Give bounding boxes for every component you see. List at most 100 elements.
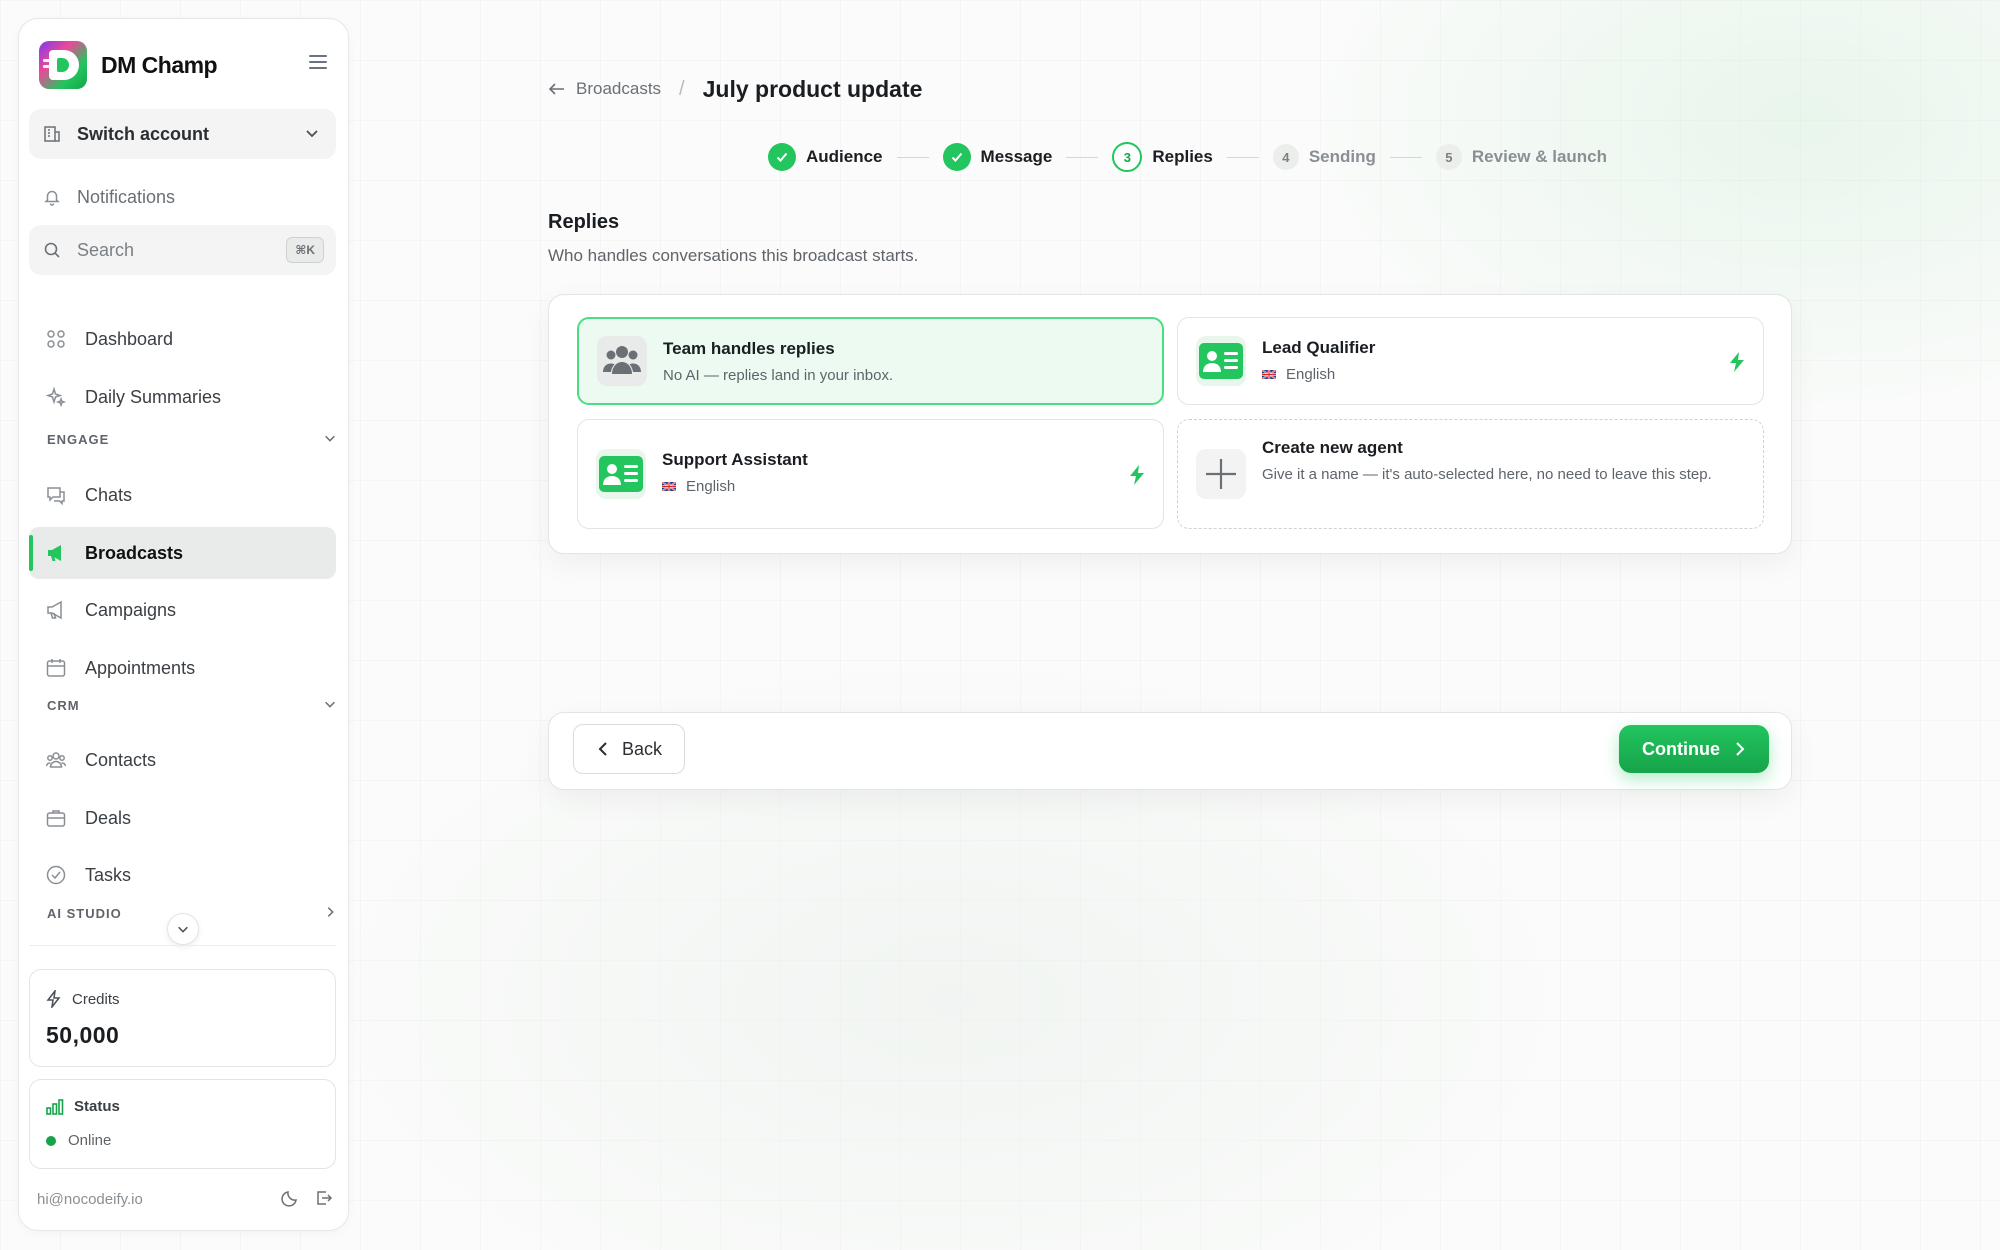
option-language: English	[662, 476, 735, 498]
user-email: hi@nocodeify.io	[37, 1190, 143, 1208]
sidebar-item-tasks[interactable]: Tasks	[29, 849, 336, 901]
search-icon	[44, 242, 60, 258]
chevron-right-icon	[327, 907, 334, 917]
sidebar-item-label: Tasks	[85, 864, 132, 885]
contact-card-icon	[596, 449, 646, 499]
breadcrumb: Broadcasts / July product update	[548, 74, 922, 104]
option-title: Support Assistant	[662, 450, 808, 469]
chevron-down-icon	[178, 926, 188, 933]
brand-logo[interactable]	[39, 41, 87, 89]
credits-value: 50,000	[46, 1022, 120, 1048]
bell-icon	[44, 190, 60, 206]
step-replies[interactable]: 3 Replies	[1112, 142, 1213, 172]
arrow-left-icon[interactable]	[548, 80, 566, 98]
back-button-label: Back	[621, 738, 663, 759]
section-title: AI STUDIO	[47, 905, 122, 921]
reply-options-panel: Team handles replies No AI — replies lan…	[548, 294, 1792, 554]
step-number: 4	[1272, 144, 1299, 170]
option-title: Team handles replies	[663, 339, 835, 358]
chevron-down-icon	[306, 130, 318, 138]
step-message[interactable]: Message	[942, 143, 1053, 171]
continue-button[interactable]: Continue	[1619, 725, 1769, 773]
breadcrumb-separator: /	[679, 77, 685, 100]
step-label: Message	[980, 147, 1053, 166]
check-icon	[768, 143, 796, 171]
scroll-down-button[interactable]	[167, 913, 199, 945]
step-review-launch[interactable]: 5 Review & launch	[1435, 144, 1608, 170]
search-input[interactable]: Search ⌘K	[29, 225, 336, 275]
option-create-new-agent[interactable]: Create new agent Give it a name — it's a…	[1177, 419, 1764, 529]
breadcrumb-broadcasts-link[interactable]: Broadcasts	[576, 79, 661, 99]
language-label: English	[1286, 366, 1336, 383]
sidebar-item-label: Contacts	[85, 749, 157, 770]
step-label: Review & launch	[1471, 147, 1608, 166]
step-label: Audience	[806, 147, 883, 166]
sidebar: DM Champ Switch account Notifications Se…	[18, 18, 349, 1231]
status-value: Online	[68, 1132, 112, 1149]
sidebar-item-label: Dashboard	[85, 328, 174, 349]
switch-account-button[interactable]: Switch account	[29, 109, 336, 159]
section-title: CRM	[47, 697, 80, 713]
sidebar-item-broadcasts[interactable]: Broadcasts	[29, 527, 336, 579]
logout-icon[interactable]	[315, 1189, 333, 1207]
page-title: July product update	[702, 75, 923, 102]
notifications-item[interactable]: Notifications	[29, 177, 336, 217]
sidebar-footer: hi@nocodeify.io	[37, 1187, 337, 1211]
search-label: Search	[77, 239, 135, 260]
option-lead-qualifier[interactable]: Lead Qualifier English	[1177, 317, 1764, 405]
step-sending[interactable]: 4 Sending	[1272, 144, 1376, 170]
sparkle-icon	[45, 386, 67, 408]
team-icon	[597, 336, 647, 386]
contact-card-icon	[1196, 336, 1246, 386]
megaphone-icon	[45, 542, 67, 564]
step-label: Replies	[1152, 147, 1213, 166]
step-number: 5	[1435, 144, 1462, 170]
step-connector	[1389, 156, 1422, 158]
sidebar-item-label: Campaigns	[85, 599, 177, 620]
sidebar-item-label: Daily Summaries	[85, 386, 222, 407]
sidebar-item-chats[interactable]: Chats	[29, 469, 336, 521]
plus-icon	[1196, 449, 1246, 499]
sidebar-item-appointments[interactable]: Appointments	[29, 642, 336, 694]
sidebar-item-dashboard[interactable]: Dashboard	[29, 313, 336, 365]
sidebar-item-label: Broadcasts	[85, 542, 184, 563]
option-title: Lead Qualifier	[1262, 338, 1376, 357]
chat-icon	[45, 484, 67, 506]
check-circle-icon	[45, 864, 67, 886]
status-card: Status Online	[29, 1079, 336, 1169]
chevron-down-icon	[325, 435, 335, 442]
option-team-handles-replies[interactable]: Team handles replies No AI — replies lan…	[577, 317, 1164, 405]
back-button[interactable]: Back	[573, 724, 685, 774]
sidebar-item-contacts[interactable]: Contacts	[29, 734, 336, 786]
section-subtitle: Who handles conversations this broadcast…	[548, 246, 919, 265]
step-audience[interactable]: Audience	[768, 143, 883, 171]
option-language: English	[1262, 364, 1335, 386]
brand: DM Champ	[39, 41, 339, 89]
wizard-stepper: Audience Message 3 Replies 4 Sending 5 R…	[768, 142, 1607, 172]
language-label: English	[686, 478, 736, 495]
uk-flag-icon	[1262, 369, 1276, 379]
step-label: Sending	[1308, 147, 1376, 166]
background-glow	[350, 0, 2000, 1250]
notifications-label: Notifications	[77, 186, 176, 207]
moon-icon[interactable]	[281, 1189, 299, 1207]
sidebar-item-daily-summaries[interactable]: Daily Summaries	[29, 371, 336, 423]
section-crm-header[interactable]: CRM	[47, 695, 337, 715]
sidebar-item-label: Deals	[85, 807, 132, 828]
building-icon	[44, 126, 60, 142]
menu-icon[interactable]	[309, 55, 327, 69]
credits-card: Credits 50,000	[29, 969, 336, 1067]
sidebar-item-deals[interactable]: Deals	[29, 792, 336, 844]
section-engage-header[interactable]: ENGAGE	[47, 429, 337, 449]
option-description: No AI — replies land in your inbox.	[663, 367, 894, 384]
chevron-down-icon	[325, 701, 335, 708]
option-support-assistant[interactable]: Support Assistant English	[577, 419, 1164, 529]
status-online-dot	[46, 1135, 56, 1146]
bar-chart-icon	[46, 1098, 64, 1115]
sidebar-item-campaigns[interactable]: Campaigns	[29, 584, 336, 636]
calendar-icon	[45, 657, 67, 679]
users-icon	[45, 749, 67, 771]
bolt-icon	[46, 990, 61, 1008]
check-icon	[942, 143, 971, 171]
chevron-right-icon	[1736, 742, 1745, 756]
